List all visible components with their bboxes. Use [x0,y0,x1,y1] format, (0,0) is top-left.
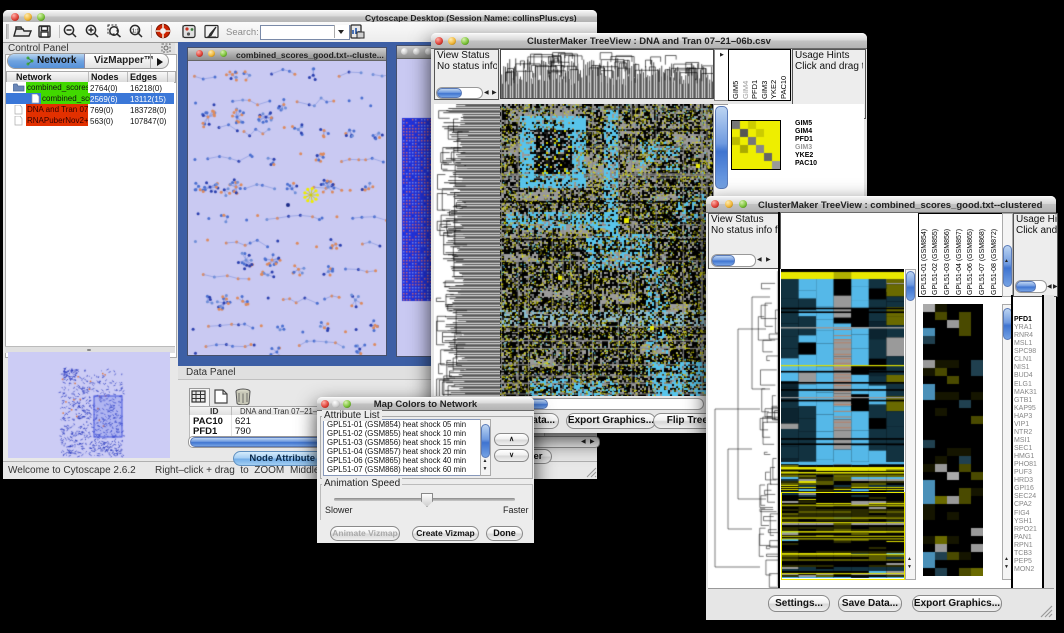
svg-text:1:1: 1:1 [132,29,139,35]
